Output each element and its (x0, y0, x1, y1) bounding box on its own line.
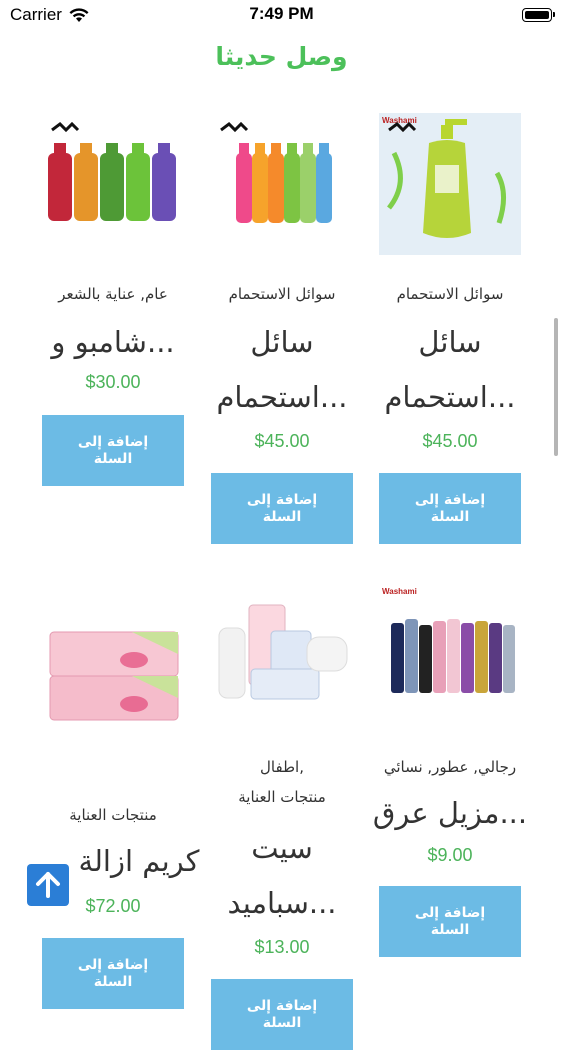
product-price: $45.00 (254, 431, 310, 451)
product-category: سوائل الاستحمام (396, 285, 504, 303)
baby-care-set-icon[interactable] (211, 583, 353, 725)
shampoo-bottles-icon[interactable] (42, 113, 184, 255)
product-category: منتجات العناية (238, 788, 326, 806)
product-category: عام, عناية بالشعر (58, 285, 168, 303)
product-category: رجالي, عطور, نسائي (383, 758, 517, 776)
section-title: وصل حديثا (215, 42, 348, 71)
hair-removal-cream-icon[interactable] (42, 614, 184, 756)
product-name-line1[interactable]: كريم ازالة (60, 834, 218, 889)
brand-logo: Washami (382, 587, 417, 596)
brand-logo: Washami (382, 116, 417, 125)
product-price: $30.00 (85, 372, 141, 392)
shower-gel-bottle-icon[interactable]: Washami (379, 113, 521, 255)
add-to-cart-button[interactable]: إضافة إلى السلة (42, 415, 184, 486)
product-name-line2[interactable]: سباميد... (203, 876, 361, 931)
add-to-cart-button[interactable]: إضافة إلى السلة (42, 938, 184, 1009)
clock: 7:49 PM (249, 4, 314, 23)
add-to-cart-button[interactable]: إضافة إلى السلة (379, 886, 521, 957)
product-name-line1[interactable]: شامبو و... (34, 315, 192, 370)
status-bar: Carrier 7:49 PM (0, 0, 563, 32)
add-to-cart-button[interactable]: إضافة إلى السلة (211, 473, 353, 544)
deodorant-sprays-icon[interactable]: Washami (379, 583, 521, 725)
product-name-line1[interactable]: سيت (203, 821, 361, 876)
scroll-to-top-button[interactable] (27, 864, 69, 906)
product-name-line2[interactable]: استحمام... (203, 370, 361, 425)
product-price: $13.00 (254, 937, 310, 957)
product-price: $9.00 (427, 845, 473, 865)
scroll-indicator[interactable] (554, 318, 558, 456)
product-name-line1[interactable]: سائل (203, 315, 361, 370)
add-to-cart-button[interactable]: إضافة إلى السلة (379, 473, 521, 544)
product-name-line1[interactable]: مزيل عرق... (371, 786, 529, 841)
product-name-line1[interactable]: سائل (371, 315, 529, 370)
product-category: اطفال, (260, 758, 304, 776)
add-to-cart-button[interactable]: إضافة إلى السلة (211, 979, 353, 1050)
product-price: $45.00 (422, 431, 478, 451)
battery-icon (522, 8, 555, 22)
arrow-up-icon (36, 872, 60, 898)
product-category: سوائل الاستحمام (228, 285, 336, 303)
product-category: منتجات العناية (69, 806, 157, 824)
product-name-line2[interactable]: استحمام... (371, 370, 529, 425)
shower-gel-bottles-icon[interactable] (211, 113, 353, 255)
